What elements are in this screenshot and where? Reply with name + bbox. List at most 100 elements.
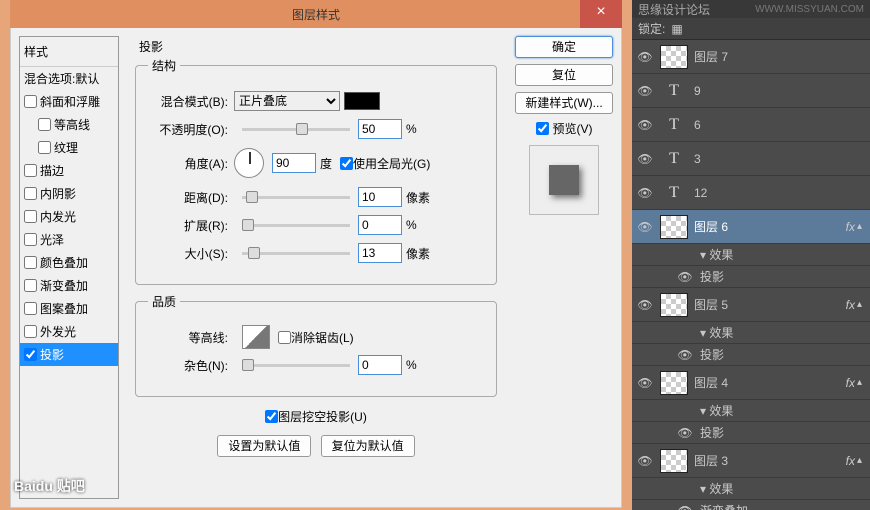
visibility-icon[interactable]: 👁: [636, 298, 654, 312]
dialog-title: 图层样式: [292, 6, 340, 23]
fx-toggle-icon[interactable]: ▴: [857, 299, 862, 310]
layer-label: 图层 7: [694, 48, 866, 65]
style-drop-shadow[interactable]: 投影: [20, 343, 118, 366]
fx-toggle-icon[interactable]: ▴: [857, 221, 862, 232]
opacity-input[interactable]: [358, 119, 402, 139]
spread-slider[interactable]: [242, 224, 350, 227]
fx-badge: fx: [846, 298, 855, 312]
style-inner-glow[interactable]: 内发光: [20, 205, 118, 228]
style-inner-shadow[interactable]: 内阴影: [20, 182, 118, 205]
lock-icon[interactable]: ▦: [671, 22, 682, 36]
visibility-icon[interactable]: 👁: [636, 186, 654, 200]
reset-default-button[interactable]: 复位为默认值: [321, 435, 415, 457]
distance-input[interactable]: [358, 187, 402, 207]
noise-slider[interactable]: [242, 364, 350, 367]
color-swatch[interactable]: [344, 92, 380, 110]
effect-row[interactable]: 👁投影: [632, 344, 870, 366]
gradient-overlay-check[interactable]: [24, 279, 37, 292]
angle-input[interactable]: [272, 153, 316, 173]
layer-thumbnail: [660, 449, 688, 473]
visibility-icon[interactable]: 👁: [676, 270, 694, 284]
visibility-icon[interactable]: 👁: [676, 348, 694, 362]
outer-glow-check[interactable]: [24, 325, 37, 338]
effect-row[interactable]: ▾ 效果: [632, 322, 870, 344]
drop-shadow-check[interactable]: [24, 348, 37, 361]
layer-row[interactable]: 👁图层 5fx▴: [632, 288, 870, 322]
new-style-button[interactable]: 新建样式(W)...: [515, 92, 613, 114]
structure-legend: 结构: [148, 57, 180, 74]
fx-toggle-icon[interactable]: ▴: [857, 455, 862, 466]
contour-picker[interactable]: [242, 325, 270, 349]
visibility-icon[interactable]: 👁: [636, 152, 654, 166]
angle-dial[interactable]: [234, 148, 264, 178]
knockout-check[interactable]: [265, 410, 278, 423]
visibility-icon[interactable]: 👁: [636, 454, 654, 468]
layer-label: 12: [694, 186, 866, 200]
spread-input[interactable]: [358, 215, 402, 235]
preview-inner: [549, 165, 579, 195]
effect-row[interactable]: ▾ 效果: [632, 244, 870, 266]
texture-check[interactable]: [38, 141, 51, 154]
reset-button[interactable]: 复位: [515, 64, 613, 86]
effect-row[interactable]: 👁投影: [632, 422, 870, 444]
fx-toggle-icon[interactable]: ▴: [857, 377, 862, 388]
pattern-overlay-check[interactable]: [24, 302, 37, 315]
bevel-check[interactable]: [24, 95, 37, 108]
inner-glow-check[interactable]: [24, 210, 37, 223]
layer-thumbnail: [660, 371, 688, 395]
color-overlay-check[interactable]: [24, 256, 37, 269]
layer-row[interactable]: 👁 图层 7: [632, 40, 870, 74]
layer-row[interactable]: 👁T12: [632, 176, 870, 210]
style-outer-glow[interactable]: 外发光: [20, 320, 118, 343]
style-pattern-overlay[interactable]: 图案叠加: [20, 297, 118, 320]
style-texture[interactable]: 纹理: [20, 136, 118, 159]
layers-panel: 思缘设计论坛 WWW.MISSYUAN.COM 锁定: ▦ 👁图层 7👁T9👁T…: [632, 0, 870, 510]
close-button[interactable]: ×: [580, 0, 622, 28]
effect-row[interactable]: 👁渐变叠加: [632, 500, 870, 510]
visibility-icon[interactable]: 👁: [636, 84, 654, 98]
satin-check[interactable]: [24, 233, 37, 246]
visibility-icon[interactable]: 👁: [636, 376, 654, 390]
style-contour[interactable]: 等高线: [20, 113, 118, 136]
noise-input[interactable]: [358, 355, 402, 375]
global-light-check[interactable]: [340, 157, 353, 170]
style-blend-default[interactable]: 混合选项:默认: [20, 67, 118, 90]
effect-row[interactable]: ▾ 效果: [632, 478, 870, 500]
angle-label: 角度(A):: [148, 155, 228, 172]
blend-mode-label: 混合模式(B):: [148, 93, 228, 110]
inner-shadow-check[interactable]: [24, 187, 37, 200]
effect-row[interactable]: ▾ 效果: [632, 400, 870, 422]
size-input[interactable]: [358, 243, 402, 263]
effect-row[interactable]: 👁投影: [632, 266, 870, 288]
layer-label: 9: [694, 84, 866, 98]
layer-row[interactable]: 👁T6: [632, 108, 870, 142]
layer-row[interactable]: 👁T3: [632, 142, 870, 176]
layer-row[interactable]: 👁T9: [632, 74, 870, 108]
style-bevel[interactable]: 斜面和浮雕: [20, 90, 118, 113]
style-gradient-overlay[interactable]: 渐变叠加: [20, 274, 118, 297]
stroke-check[interactable]: [24, 164, 37, 177]
size-slider[interactable]: [242, 252, 350, 255]
preview-check[interactable]: [536, 122, 549, 135]
layer-row[interactable]: 👁图层 6fx▴: [632, 210, 870, 244]
visibility-icon[interactable]: 👁: [676, 504, 694, 510]
blend-mode-select[interactable]: 正片叠底: [234, 91, 340, 111]
style-satin[interactable]: 光泽: [20, 228, 118, 251]
visibility-icon[interactable]: 👁: [636, 118, 654, 132]
visibility-icon[interactable]: 👁: [636, 220, 654, 234]
distance-slider[interactable]: [242, 196, 350, 199]
anti-alias-check[interactable]: [278, 331, 291, 344]
visibility-icon[interactable]: 👁: [636, 50, 654, 64]
style-stroke[interactable]: 描边: [20, 159, 118, 182]
contour-check[interactable]: [38, 118, 51, 131]
styles-header: 样式: [20, 37, 118, 67]
style-color-overlay[interactable]: 颜色叠加: [20, 251, 118, 274]
set-default-button[interactable]: 设置为默认值: [217, 435, 311, 457]
layer-row[interactable]: 👁图层 3fx▴: [632, 444, 870, 478]
titlebar[interactable]: 图层样式 ×: [10, 0, 622, 28]
right-panel: 确定 复位 新建样式(W)... 预览(V): [505, 36, 613, 499]
visibility-icon[interactable]: 👁: [676, 426, 694, 440]
layer-row[interactable]: 👁图层 4fx▴: [632, 366, 870, 400]
opacity-slider[interactable]: [242, 128, 350, 131]
ok-button[interactable]: 确定: [515, 36, 613, 58]
